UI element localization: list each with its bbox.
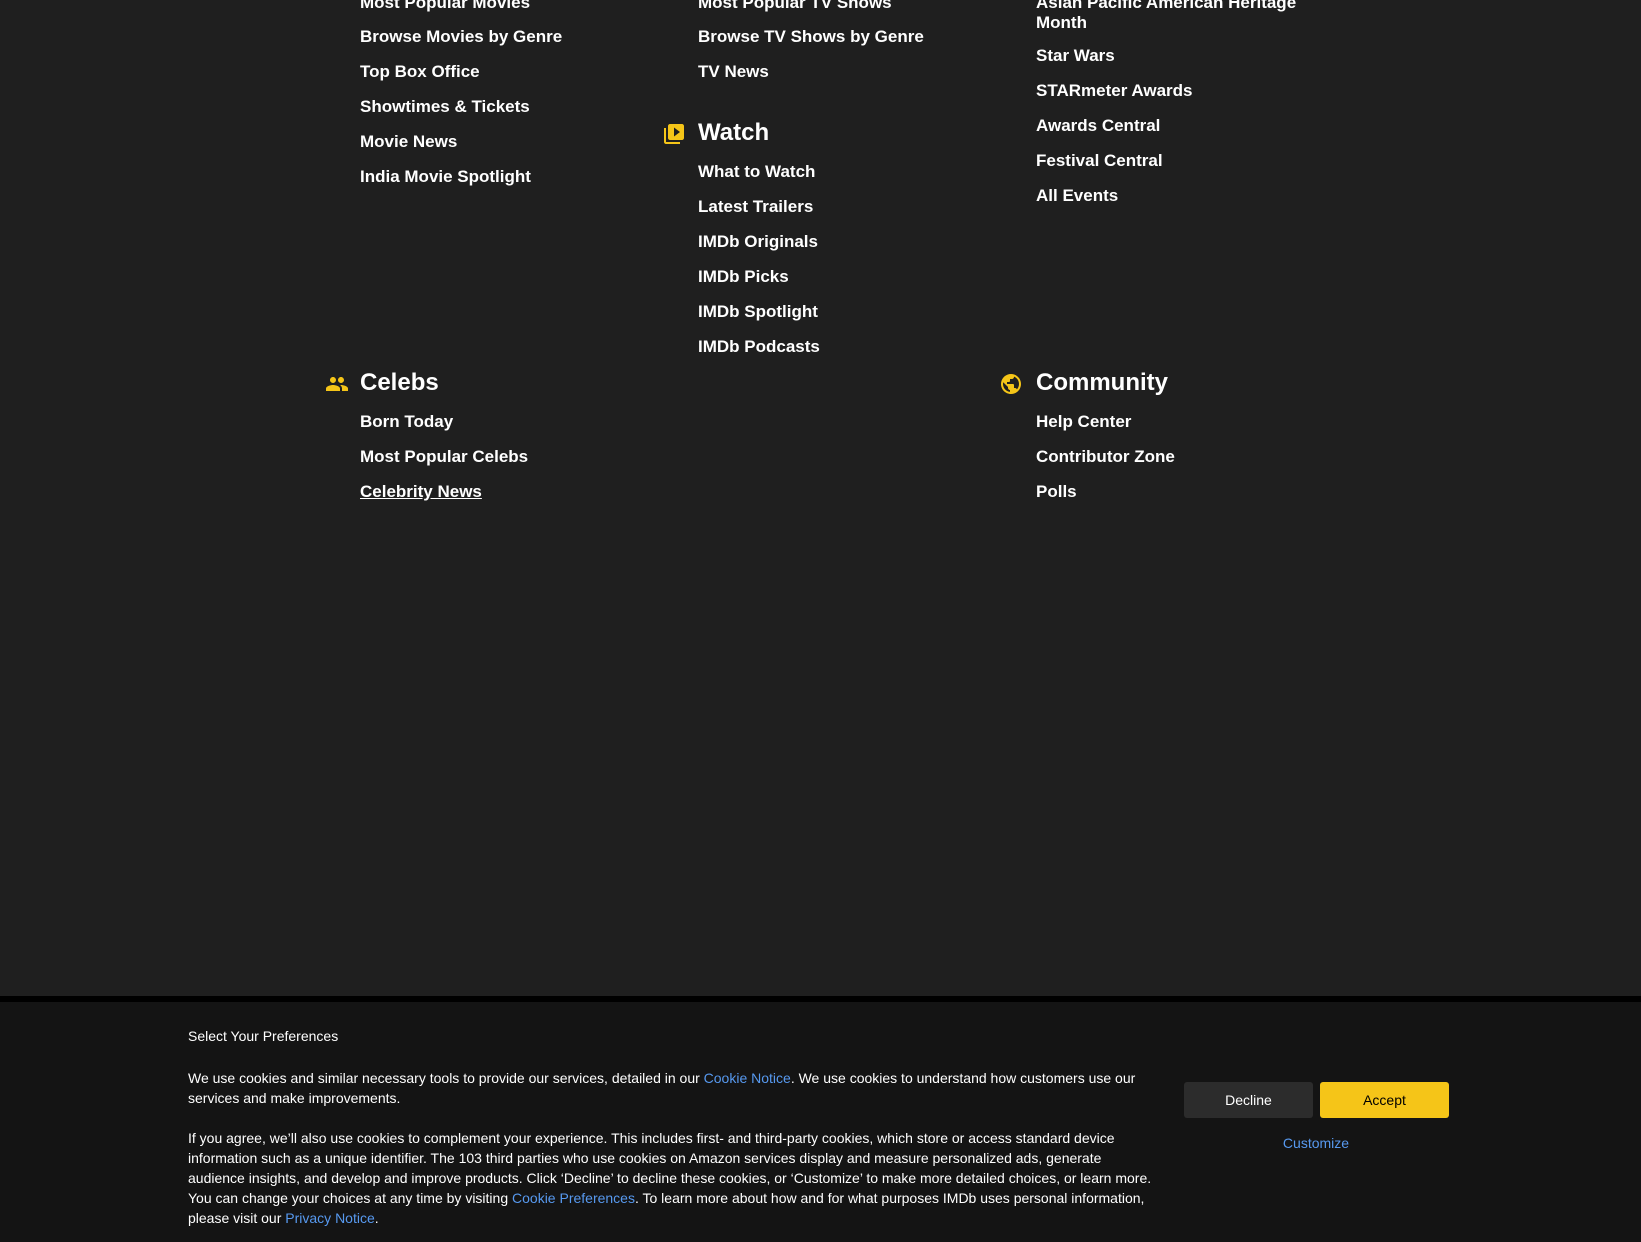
menu-link-star-wars[interactable]: Star Wars [1036,46,1115,66]
menu-link-imdb-originals[interactable]: IMDb Originals [698,232,818,252]
cookie-notice-paragraph: We use cookies and similar necessary too… [188,1068,1158,1108]
menu-link-contributor-zone[interactable]: Contributor Zone [1036,447,1175,467]
menu-link-browse-movies-by-genre[interactable]: Browse Movies by Genre [360,27,562,47]
privacy-notice-link[interactable]: Privacy Notice [285,1210,374,1226]
menu-link-browse-tv-shows-by-genre[interactable]: Browse TV Shows by Genre [698,27,924,47]
menu-link-tv-news[interactable]: TV News [698,62,769,82]
menu-link-showtimes-tickets[interactable]: Showtimes & Tickets [360,97,530,117]
menu-link-most-popular-movies[interactable]: Most Popular Movies [360,0,530,13]
people-icon [325,372,349,396]
menu-link-imdb-picks[interactable]: IMDb Picks [698,267,789,287]
menu-link-all-events[interactable]: All Events [1036,186,1118,206]
menu-link-what-to-watch[interactable]: What to Watch [698,162,815,182]
celebs-section-title[interactable]: Celebs [360,368,439,398]
globe-icon [999,372,1023,396]
menu-link-most-popular-celebs[interactable]: Most Popular Celebs [360,447,528,467]
cookie-consent-banner: Select Your Preferences We use cookies a… [0,996,1641,1242]
menu-link-born-today[interactable]: Born Today [360,412,453,432]
menu-link-latest-trailers[interactable]: Latest Trailers [698,197,813,217]
menu-link-help-center[interactable]: Help Center [1036,412,1131,432]
customize-button[interactable]: Customize [1250,1134,1382,1152]
cookie-notice-link[interactable]: Cookie Notice [704,1070,791,1086]
menu-link-india-movie-spotlight[interactable]: India Movie Spotlight [360,167,531,187]
menu-link-festival-central[interactable]: Festival Central [1036,151,1163,171]
menu-link-imdb-spotlight[interactable]: IMDb Spotlight [698,302,818,322]
watch-section-title[interactable]: Watch [698,118,769,148]
cookie-banner-title: Select Your Preferences [188,1028,339,1044]
menu-link-celebrity-news[interactable]: Celebrity News [360,482,482,502]
cookie-consent-details-paragraph: If you agree, we’ll also use cookies to … [188,1128,1158,1228]
community-section-title[interactable]: Community [1036,368,1168,398]
cookie-preferences-link[interactable]: Cookie Preferences [512,1190,635,1206]
menu-link-top-box-office[interactable]: Top Box Office [360,62,480,82]
menu-link-movie-news[interactable]: Movie News [360,132,457,152]
menu-link-most-popular-tv-shows[interactable]: Most Popular TV Shows [698,0,892,13]
menu-link-imdb-podcasts[interactable]: IMDb Podcasts [698,337,820,357]
menu-link-polls[interactable]: Polls [1036,482,1077,502]
play-video-icon [662,122,686,146]
menu-link-asian-pacific-american-heritage-month[interactable]: Asian Pacific American Heritage Month [1036,0,1306,33]
accept-button[interactable]: Accept [1320,1082,1449,1118]
menu-link-starmeter-awards[interactable]: STARmeter Awards [1036,81,1193,101]
menu-link-awards-central[interactable]: Awards Central [1036,116,1160,136]
decline-button[interactable]: Decline [1184,1082,1313,1118]
cookie-text-part: We use cookies and similar necessary too… [188,1070,704,1086]
page: Most Popular Movies Browse Movies by Gen… [0,0,1641,1242]
cookie-text-part: . [374,1210,379,1226]
